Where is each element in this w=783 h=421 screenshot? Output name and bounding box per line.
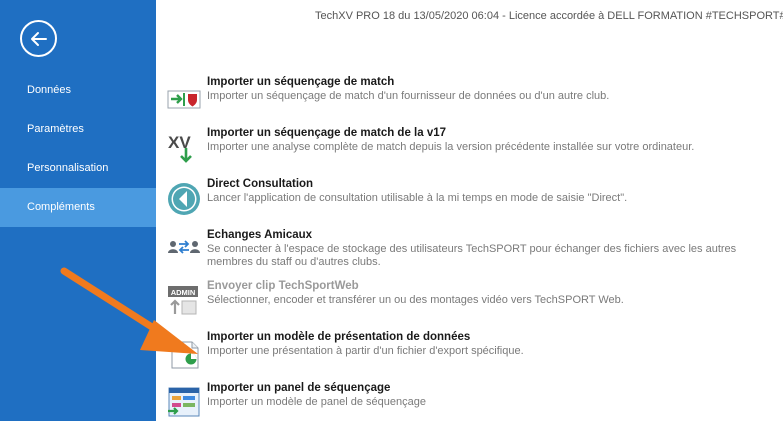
item-description: Importer un séquençage de match d'un fou… bbox=[207, 90, 610, 102]
backstage-sidebar: Données Paramètres Personnalisation Comp… bbox=[0, 0, 156, 421]
svg-text:XV: XV bbox=[168, 133, 191, 152]
import-match-sequencing-item[interactable]: Importer un séquençage de match Importer… bbox=[166, 75, 766, 119]
sidebar-item-complements[interactable]: Compléments bbox=[0, 188, 156, 227]
import-v17-item[interactable]: XV Importer un séquençage de match de la… bbox=[166, 126, 766, 170]
echanges-amicaux-item[interactable]: Echanges Amicaux Se connecter à l'espace… bbox=[166, 228, 766, 272]
item-title: Importer un panel de séquençage bbox=[207, 382, 391, 394]
item-title: Importer un séquençage de match bbox=[207, 76, 395, 88]
import-presentation-model-item[interactable]: Importer un modèle de présentation de do… bbox=[166, 330, 766, 374]
item-description: Importer une analyse complète de match d… bbox=[207, 141, 695, 153]
direct-consultation-item[interactable]: Direct Consultation Lancer l'application… bbox=[166, 177, 766, 221]
item-description: Importer une présentation à partir d'un … bbox=[207, 345, 524, 357]
panel-import-icon bbox=[166, 385, 202, 421]
item-title: Direct Consultation bbox=[207, 178, 314, 190]
sidebar-item-personnalisation[interactable]: Personnalisation bbox=[0, 149, 156, 188]
item-description: Sélectionner, encoder et transférer un o… bbox=[207, 294, 624, 306]
send-techsportweb-clip-item[interactable]: ADMIN Envoyer clip TechSportWeb Sélectio… bbox=[166, 279, 766, 323]
item-title: Echanges Amicaux bbox=[207, 229, 313, 241]
item-title: Importer un séquençage de match de la v1… bbox=[207, 127, 447, 139]
svg-text:ADMIN: ADMIN bbox=[171, 288, 196, 297]
presentation-import-icon bbox=[166, 334, 202, 370]
users-exchange-icon bbox=[166, 232, 202, 268]
sidebar-item-parametres[interactable]: Paramètres bbox=[0, 110, 156, 149]
direct-consultation-icon bbox=[166, 181, 202, 217]
item-description: Importer un modèle de panel de séquençag… bbox=[207, 396, 426, 408]
window-title: TechXV PRO 18 du 13/05/2020 06:04 - Lice… bbox=[315, 10, 783, 22]
import-match-icon bbox=[166, 79, 202, 115]
import-sequencing-panel-item[interactable]: Importer un panel de séquençage Importer… bbox=[166, 381, 766, 421]
sidebar-item-donnees[interactable]: Données bbox=[0, 71, 156, 110]
admin-upload-icon: ADMIN bbox=[166, 283, 202, 319]
back-button[interactable] bbox=[20, 20, 57, 57]
item-description: Lancer l'application de consultation uti… bbox=[207, 192, 628, 204]
item-title: Envoyer clip TechSportWeb bbox=[207, 280, 359, 292]
xv-import-icon: XV bbox=[166, 130, 202, 166]
item-title: Importer un modèle de présentation de do… bbox=[207, 331, 471, 343]
item-description: Se connecter à l'espace de stockage des … bbox=[207, 243, 737, 268]
arrow-left-icon bbox=[30, 31, 47, 46]
